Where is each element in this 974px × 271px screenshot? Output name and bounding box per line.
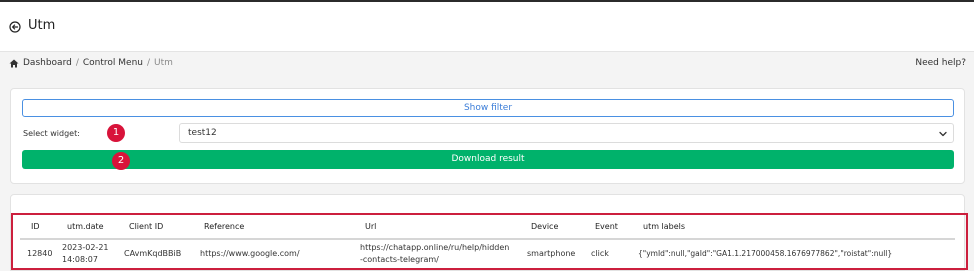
download-result-button[interactable]: Download result	[22, 150, 954, 169]
breadcrumb-current: Utm	[154, 58, 173, 68]
chevron-down-icon	[939, 131, 947, 137]
annotation-marker-2: 2	[112, 152, 130, 170]
breadcrumb: Dashboard / Control Menu / Utm	[23, 58, 173, 68]
table-highlight-box	[11, 213, 968, 270]
need-help-link[interactable]: Need help?	[915, 58, 966, 68]
breadcrumb-dashboard[interactable]: Dashboard	[23, 58, 72, 68]
home-icon[interactable]	[9, 59, 19, 68]
back-arrow-icon[interactable]	[9, 21, 21, 33]
widget-select[interactable]: test12	[179, 123, 954, 143]
annotation-marker-1: 1	[107, 124, 125, 142]
select-widget-label: Select widget:	[23, 129, 80, 138]
breadcrumb-separator: /	[146, 58, 151, 68]
page-header: Utm	[0, 2, 974, 52]
breadcrumb-separator: /	[75, 58, 79, 68]
widget-select-value: test12	[188, 128, 217, 138]
filter-panel: Show filter Select widget: test12 Downlo…	[10, 88, 965, 184]
show-filter-button[interactable]: Show filter	[22, 99, 954, 117]
page-title: Utm	[28, 18, 56, 33]
breadcrumb-control-menu[interactable]: Control Menu	[83, 58, 143, 68]
breadcrumb-bar: Dashboard / Control Menu / Utm Need help?	[0, 53, 974, 75]
